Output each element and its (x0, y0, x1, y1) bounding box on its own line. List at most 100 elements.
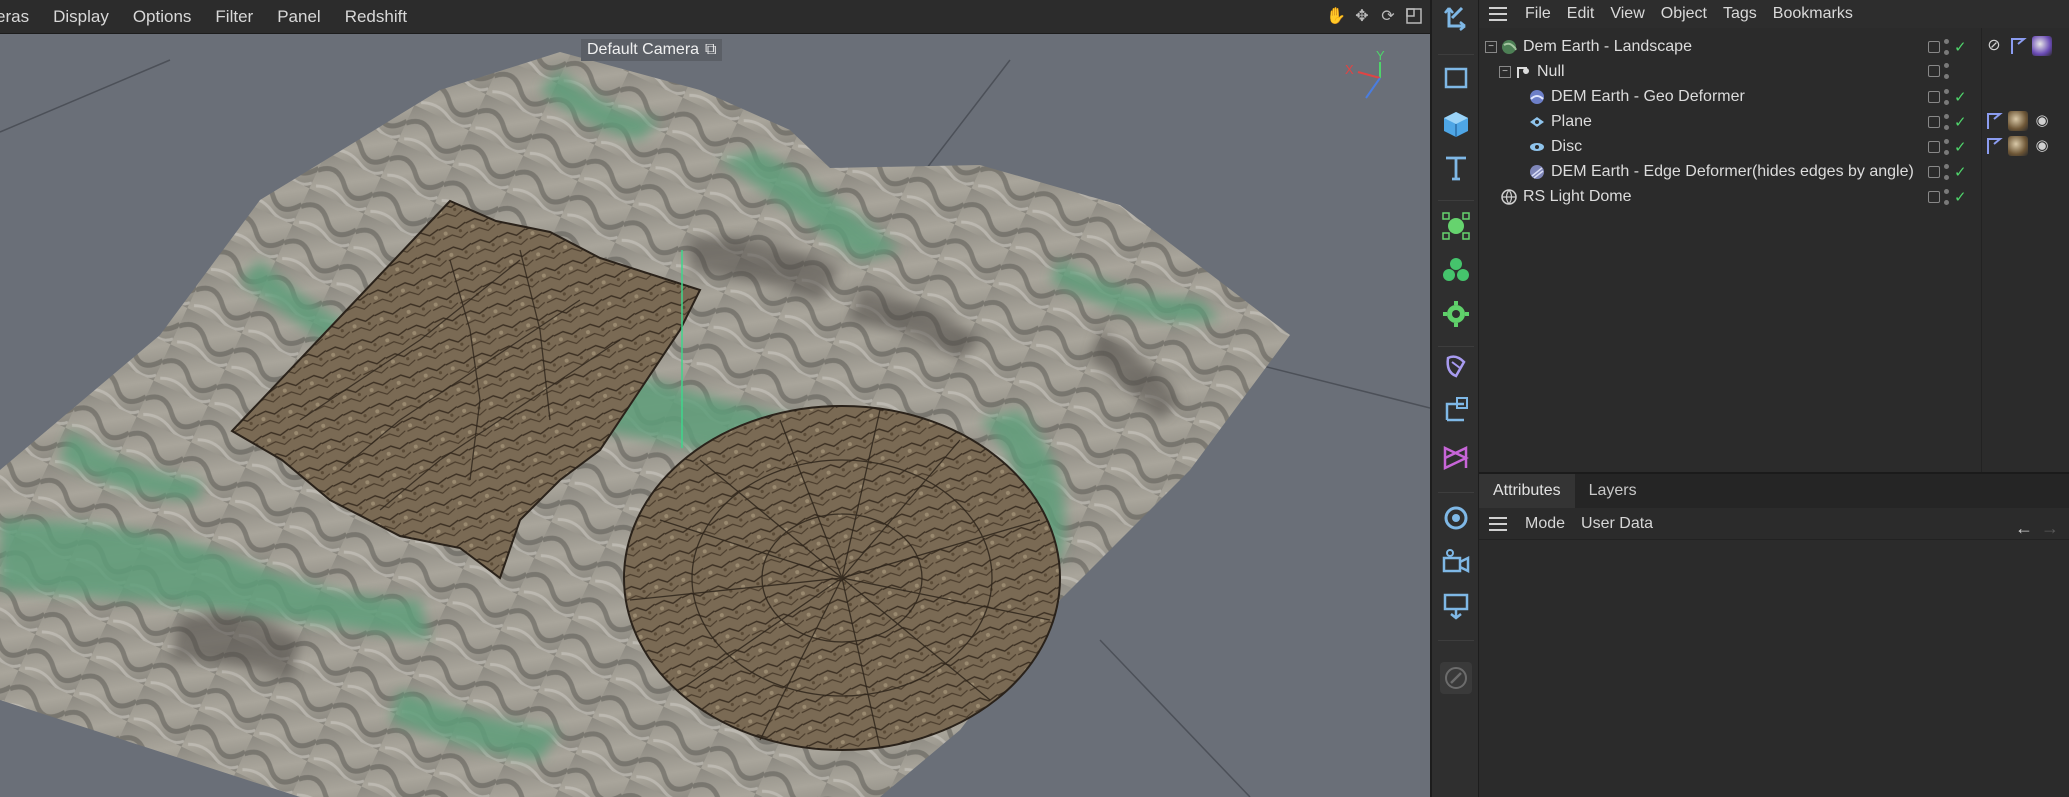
material-tag-icon[interactable] (2008, 111, 2028, 131)
no-entry-tag-icon[interactable]: ⊘ (1984, 36, 2004, 56)
enabled-check-icon[interactable]: ✓ (1954, 113, 1968, 131)
forward-arrow-icon[interactable]: → (2041, 518, 2059, 539)
flag-tag-icon[interactable] (1984, 136, 2004, 156)
menu-bookmarks[interactable]: Bookmarks (1765, 5, 1861, 23)
visibility-dots[interactable] (1944, 164, 1950, 180)
render-icon[interactable] (1440, 590, 1472, 622)
deformer-gear-icon[interactable] (1440, 298, 1472, 330)
tab-attributes[interactable]: Attributes (1479, 474, 1575, 508)
visibility-dots[interactable] (1944, 63, 1950, 79)
paint-icon[interactable] (1440, 350, 1472, 382)
camera-icon[interactable] (1440, 546, 1472, 578)
camera-lock-icon: ⧉ (705, 41, 717, 58)
tree-row-disc[interactable]: Disc ✓ ◉ (1479, 134, 2069, 159)
back-arrow-icon[interactable]: ← (2015, 518, 2033, 539)
hamburger-menu-icon[interactable] (1489, 516, 1507, 531)
menu-redshift[interactable]: Redshift (333, 7, 419, 27)
scene-render[interactable]: X Y (0, 34, 1430, 797)
visibility-dots[interactable] (1944, 89, 1950, 105)
enabled-check-icon[interactable]: ✓ (1954, 138, 1968, 156)
menu-display[interactable]: Display (41, 7, 121, 27)
menu-mode[interactable]: Mode (1517, 515, 1573, 533)
menu-cameras[interactable]: eras (0, 7, 41, 27)
row-flags: ✓ (1928, 138, 1968, 156)
menu-options[interactable]: Options (121, 7, 204, 27)
attributes-panel: Attributes Layers Mode User Data ← → (1479, 472, 2069, 797)
hamburger-menu-icon[interactable] (1489, 7, 1507, 21)
tree-row-plane[interactable]: Plane ✓ ◉ (1479, 109, 2069, 134)
tree-label: Disc (1551, 137, 1583, 155)
enabled-check-icon[interactable]: ✓ (1954, 88, 1968, 106)
disc-object[interactable] (623, 405, 1061, 751)
row-flags: ✓ (1928, 163, 1968, 181)
mograph-icon[interactable] (1440, 442, 1472, 474)
visibility-dots[interactable] (1944, 139, 1950, 155)
menu-filter[interactable]: Filter (203, 7, 265, 27)
earth-icon (1501, 39, 1517, 55)
axis-y-label: Y (1376, 48, 1385, 63)
eye-tag-icon[interactable]: ◉ (2032, 111, 2052, 131)
object-manager: File Edit View Object Tags Bookmarks − D… (1479, 0, 2069, 472)
collapse-toggle[interactable]: − (1499, 65, 1511, 78)
layer-box[interactable] (1928, 191, 1940, 203)
tree-row-edge-deformer[interactable]: DEM Earth - Edge Deformer(hides edges by… (1479, 159, 2069, 184)
material-tag-icon[interactable] (2008, 136, 2028, 156)
disc-icon (1529, 139, 1545, 155)
cube-icon[interactable] (1440, 108, 1472, 140)
menu-user-data[interactable]: User Data (1573, 515, 1661, 533)
tree-row-null[interactable]: − Null (1479, 59, 2069, 84)
tab-layers[interactable]: Layers (1575, 474, 1651, 508)
hierarchy-icon[interactable] (1440, 394, 1472, 426)
terrain (0, 52, 1290, 797)
rotate-icon[interactable]: ⟳ (1378, 6, 1398, 26)
axis-x-label: X (1345, 62, 1354, 77)
menu-panel[interactable]: Panel (265, 7, 332, 27)
menu-edit[interactable]: Edit (1559, 5, 1603, 23)
row-tags: ◉ (1984, 111, 2052, 131)
maximize-icon[interactable] (1404, 6, 1424, 26)
viewport[interactable]: X Y eras Display Options Filter Panel Re… (0, 0, 1430, 797)
attributes-menubar: Mode User Data (1479, 508, 2069, 540)
hand-icon[interactable]: ✋ (1326, 6, 1346, 26)
visibility-dots[interactable] (1944, 114, 1950, 130)
axis-gizmo: X Y (1345, 48, 1385, 99)
tree-row-rs-light-dome[interactable]: RS Light Dome ✓ (1479, 184, 2069, 209)
visibility-dots[interactable] (1944, 39, 1950, 55)
layer-box[interactable] (1928, 141, 1940, 153)
row-flags: ✓ (1928, 113, 1968, 131)
row-flags: ✓ (1928, 88, 1968, 106)
flag-tag-icon[interactable] (2008, 36, 2028, 56)
layer-box[interactable] (1928, 41, 1940, 53)
menu-tags[interactable]: Tags (1715, 5, 1765, 23)
tool-palette (1430, 0, 1479, 797)
edit-disabled-icon[interactable] (1440, 662, 1472, 694)
enabled-check-icon[interactable]: ✓ (1954, 163, 1968, 181)
layer-box[interactable] (1928, 116, 1940, 128)
menu-file[interactable]: File (1517, 5, 1559, 23)
null-icon (1515, 64, 1531, 80)
material-tag-icon[interactable] (2032, 36, 2052, 56)
layer-box[interactable] (1928, 166, 1940, 178)
viewport-nav-tools: ✋ ✥ ⟳ (1326, 6, 1424, 26)
camera-selector[interactable]: Default Camera ⧉ (581, 39, 723, 61)
menu-view[interactable]: View (1602, 5, 1652, 23)
move-icon[interactable]: ✥ (1352, 6, 1372, 26)
enabled-check-icon[interactable]: ✓ (1954, 38, 1968, 56)
menu-object[interactable]: Object (1653, 5, 1715, 23)
visibility-dots[interactable] (1944, 189, 1950, 205)
light-icon[interactable] (1440, 502, 1472, 534)
select-arrow-icon[interactable] (1440, 2, 1472, 34)
enabled-check-icon[interactable]: ✓ (1954, 188, 1968, 206)
collapse-toggle[interactable]: − (1485, 40, 1497, 53)
text-tool-icon[interactable] (1440, 152, 1472, 184)
rectangle-icon[interactable] (1440, 62, 1472, 94)
tree-row-dem-earth-landscape[interactable]: − Dem Earth - Landscape ✓ ⊘ (1479, 34, 2069, 59)
layer-box[interactable] (1928, 91, 1940, 103)
flag-tag-icon[interactable] (1984, 111, 2004, 131)
layer-box[interactable] (1928, 65, 1940, 77)
tree-row-geo-deformer[interactable]: DEM Earth - Geo Deformer ✓ (1479, 84, 2069, 109)
generator-icon[interactable] (1440, 254, 1472, 286)
spline-pen-icon[interactable] (1440, 210, 1472, 242)
eye-tag-icon[interactable]: ◉ (2032, 136, 2052, 156)
object-tree: − Dem Earth - Landscape ✓ ⊘ − Null DEM E… (1479, 34, 2069, 209)
